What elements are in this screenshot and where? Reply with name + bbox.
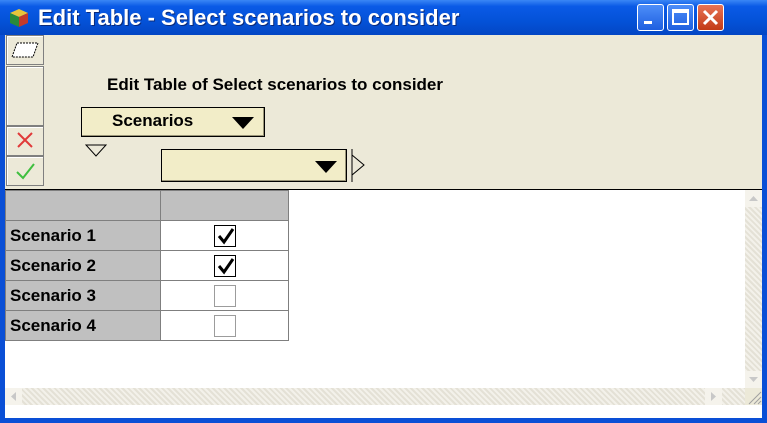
scroll-left-button[interactable] — [5, 388, 22, 405]
checkbox[interactable] — [213, 314, 236, 337]
window-title: Edit Table - Select scenarios to conside… — [38, 5, 460, 30]
table-row: Scenario 2 — [5, 250, 289, 281]
chevron-down-icon — [232, 117, 254, 129]
index-menu-label: Scenarios — [112, 111, 194, 130]
table-header-row — [5, 190, 289, 221]
arrow-down-icon — [749, 377, 758, 382]
edit-mode-button[interactable] — [6, 35, 44, 65]
table-row: Scenario 4 — [5, 310, 289, 341]
cancel-edit-button[interactable] — [6, 126, 44, 156]
vertical-scrollbar[interactable] — [745, 190, 762, 388]
title-bar[interactable]: Edit Table - Select scenarios to conside… — [0, 0, 767, 35]
maximize-button[interactable] — [667, 4, 694, 31]
scroll-up-button[interactable] — [745, 190, 762, 207]
maximize-icon — [672, 9, 689, 25]
row-label: Scenario 4 — [5, 310, 161, 341]
table-row: Scenario 3 — [5, 280, 289, 311]
edit-parallelogram-icon — [11, 42, 39, 58]
table-cell[interactable] — [160, 310, 289, 341]
table-cell[interactable] — [160, 220, 289, 251]
app-cube-icon — [10, 9, 28, 27]
corner-header-cell — [5, 190, 161, 221]
scroll-down-button[interactable] — [745, 371, 762, 388]
minimize-icon — [644, 21, 652, 24]
accept-edit-button[interactable] — [6, 156, 44, 186]
arrow-right-icon — [711, 392, 716, 401]
table-cell[interactable] — [160, 250, 289, 281]
close-button[interactable] — [697, 4, 724, 31]
table-row: Scenario 1 — [5, 220, 289, 251]
chevron-down-icon — [315, 161, 337, 173]
index-menu-button[interactable]: Scenarios — [81, 107, 265, 137]
pivot-down-triangle-icon[interactable] — [85, 144, 107, 158]
column-index-select[interactable] — [161, 149, 347, 182]
green-check-icon — [16, 163, 35, 180]
red-x-icon — [17, 132, 33, 148]
row-label: Scenario 2 — [5, 250, 161, 281]
checkbox[interactable] — [213, 284, 236, 307]
edit-table: Scenario 1 Scenario 2 Scenario 3 Scenari… — [5, 190, 289, 341]
pivot-right-triangle-icon[interactable] — [351, 149, 365, 182]
column-header-cell[interactable] — [160, 190, 289, 221]
checkmark-icon — [217, 257, 234, 274]
minimize-button[interactable] — [637, 4, 664, 31]
horizontal-scrollbar[interactable] — [5, 388, 745, 405]
table-grid-area: Scenario 1 Scenario 2 Scenario 3 Scenari… — [5, 189, 762, 418]
application-window: Edit Table - Select scenarios to conside… — [0, 0, 767, 423]
checkbox[interactable] — [213, 224, 236, 247]
toolbar-spacer — [6, 66, 44, 126]
resize-grip[interactable] — [745, 388, 762, 405]
table-cell[interactable] — [160, 280, 289, 311]
table-heading: Edit Table of Select scenarios to consid… — [107, 75, 443, 94]
scroll-right-button[interactable] — [705, 388, 722, 405]
row-label: Scenario 1 — [5, 220, 161, 251]
checkmark-icon — [217, 227, 234, 244]
arrow-up-icon — [749, 196, 758, 201]
row-label: Scenario 3 — [5, 280, 161, 311]
checkbox[interactable] — [213, 254, 236, 277]
close-icon — [702, 9, 719, 26]
arrow-left-icon — [11, 392, 16, 401]
resize-grip-icon — [748, 391, 762, 405]
